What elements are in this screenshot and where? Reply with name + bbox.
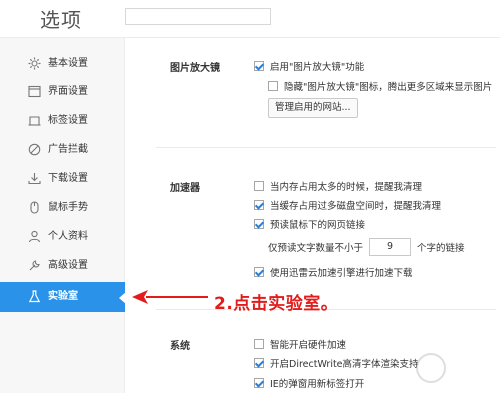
checkbox[interactable] xyxy=(254,378,264,388)
settings-content: 图片放大镜 启用"图片放大镜"功能 隐藏"图片放大镜"图标，腾出更多区域来显示图… xyxy=(126,39,500,393)
sidebar-item-gesture[interactable]: 鼠标手势 xyxy=(0,194,125,222)
sidebar-item-download[interactable]: 下载设置 xyxy=(0,165,125,193)
sidebar-item-lab[interactable]: 实验室 xyxy=(0,282,125,312)
sidebar-item-label: 高级设置 xyxy=(48,260,88,271)
gear-icon xyxy=(28,57,41,70)
option-label: 隐藏"图片放大镜"图标，腾出更多区域来显示图片 xyxy=(284,82,493,93)
window-icon xyxy=(28,85,41,98)
mouse-icon xyxy=(30,201,39,214)
sidebar-item-label: 基本设置 xyxy=(48,58,88,69)
option-magnifier-enable[interactable]: 启用"图片放大镜"功能 xyxy=(254,59,364,73)
option-preload-min-chars: 仅预读文字数量不小于 9 个字的链接 xyxy=(268,238,465,256)
sidebar-item-label: 下载设置 xyxy=(48,173,88,184)
option-preload-links[interactable]: 预读鼠标下的网页链接 xyxy=(254,217,365,231)
sidebar-item-profile[interactable]: 个人资料 xyxy=(0,223,125,251)
option-label: 当缓存占用过多磁盘空间时，提醒我清理 xyxy=(270,201,442,212)
wrench-icon xyxy=(29,260,40,271)
section-title-magnifier: 图片放大镜 xyxy=(170,63,220,74)
option-ie-popup[interactable]: IE的弹窗用新标签打开 xyxy=(254,376,364,390)
sidebar-item-label: 鼠标手势 xyxy=(48,202,88,213)
option-directwrite[interactable]: 开启DirectWrite高清字体渲染支持 xyxy=(254,356,419,370)
option-label: 开启DirectWrite高清字体渲染支持 xyxy=(270,359,419,370)
option-label: IE的弹窗用新标签打开 xyxy=(270,379,365,390)
sidebar-item-interface[interactable]: 界面设置 xyxy=(0,78,125,106)
sidebar-item-basic[interactable]: 基本设置 xyxy=(0,50,125,78)
option-label: 个字的链接 xyxy=(417,243,465,254)
sidebar-item-label: 标签设置 xyxy=(48,115,88,126)
min-chars-input[interactable]: 9 xyxy=(369,238,412,256)
option-label: 预读鼠标下的网页链接 xyxy=(270,220,366,231)
option-xunlei-accel[interactable]: 使用迅雷云加速引擎进行加速下载 xyxy=(254,265,413,279)
checkbox[interactable] xyxy=(254,267,264,277)
checkbox[interactable] xyxy=(254,219,264,229)
option-label: 智能开启硬件加速 xyxy=(270,340,347,351)
sidebar-item-label: 个人资料 xyxy=(48,231,88,242)
option-magnifier-hide-icon[interactable]: 隐藏"图片放大镜"图标，腾出更多区域来显示图片 xyxy=(268,79,492,93)
checkbox[interactable] xyxy=(254,358,264,368)
option-hw-accel[interactable]: 智能开启硬件加速 xyxy=(254,337,346,351)
option-label: 仅预读文字数量不小于 xyxy=(268,243,364,254)
sidebar-item-label: 广告拦截 xyxy=(48,144,88,155)
annotation-arrow-icon xyxy=(132,290,208,304)
watermark-circle-icon xyxy=(416,353,446,383)
annotation-text: 2.点击实验室。 xyxy=(214,294,339,314)
user-icon xyxy=(28,230,41,243)
section-title-accelerator: 加速器 xyxy=(170,183,200,194)
option-label: 启用"图片放大镜"功能 xyxy=(270,62,365,73)
tab-icon xyxy=(28,116,41,126)
option-cache-warn[interactable]: 当缓存占用过多磁盘空间时，提醒我清理 xyxy=(254,198,441,212)
checkbox[interactable] xyxy=(254,200,264,210)
flask-icon xyxy=(28,290,41,303)
active-pointer xyxy=(119,292,126,304)
checkbox[interactable] xyxy=(254,181,264,191)
sidebar-item-adblock[interactable]: 广告拦截 xyxy=(0,136,125,164)
block-icon xyxy=(28,143,41,156)
manage-sites-button[interactable]: 管理启用的网站... xyxy=(268,98,358,118)
sidebar-item-tabs[interactable]: 标签设置 xyxy=(0,107,125,135)
sidebar-item-label: 界面设置 xyxy=(48,86,88,97)
page-title: 选项 xyxy=(40,8,82,32)
sidebar-item-advanced[interactable]: 高级设置 xyxy=(0,252,125,280)
checkbox[interactable] xyxy=(254,61,264,71)
header: 选项 xyxy=(0,0,500,38)
option-label: 使用迅雷云加速引擎进行加速下载 xyxy=(270,268,413,279)
sidebar-item-label: 实验室 xyxy=(48,291,78,302)
divider xyxy=(156,147,496,148)
checkbox[interactable] xyxy=(268,81,278,91)
checkbox[interactable] xyxy=(254,339,264,349)
download-icon xyxy=(28,173,41,185)
search-input[interactable] xyxy=(125,8,271,25)
section-title-system: 系统 xyxy=(170,341,190,352)
sidebar: 基本设置 界面设置 标签设置 广告拦截 下载设置 鼠标手势 个人资料 高级设置 … xyxy=(0,38,125,393)
option-label: 当内存占用太多的时候，提醒我清理 xyxy=(270,182,423,193)
watermark-logo xyxy=(408,345,500,393)
option-memory-warn[interactable]: 当内存占用太多的时候，提醒我清理 xyxy=(254,179,422,193)
